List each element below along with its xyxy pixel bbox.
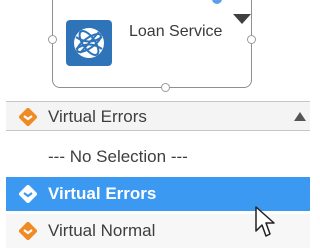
scroll-up-icon[interactable] [294, 112, 306, 121]
option-label: Virtual Errors [48, 184, 157, 203]
option-no-selection[interactable]: --- No Selection --- [6, 142, 310, 172]
node-label: Loan Service [129, 23, 223, 40]
option-label: --- No Selection --- [48, 147, 188, 166]
connector-handle-left[interactable] [48, 35, 57, 44]
virtual-normal-icon [18, 221, 38, 241]
option-label: Virtual Normal [48, 221, 156, 240]
loan-service-node[interactable]: Loan Service [48, 0, 256, 92]
virtual-errors-icon [18, 184, 38, 204]
virtual-errors-icon [18, 107, 38, 127]
dropdown-current-value: Virtual Errors [48, 107, 147, 126]
connector-top-indicator [212, 0, 222, 4]
globe-icon [66, 20, 112, 66]
chevron-down-icon[interactable] [233, 14, 251, 24]
virtual-mode-dropdown[interactable]: Virtual Errors [6, 101, 310, 131]
connector-handle-right[interactable] [247, 35, 256, 44]
mouse-pointer-icon [254, 205, 276, 239]
connector-handle-bottom[interactable] [161, 83, 170, 92]
